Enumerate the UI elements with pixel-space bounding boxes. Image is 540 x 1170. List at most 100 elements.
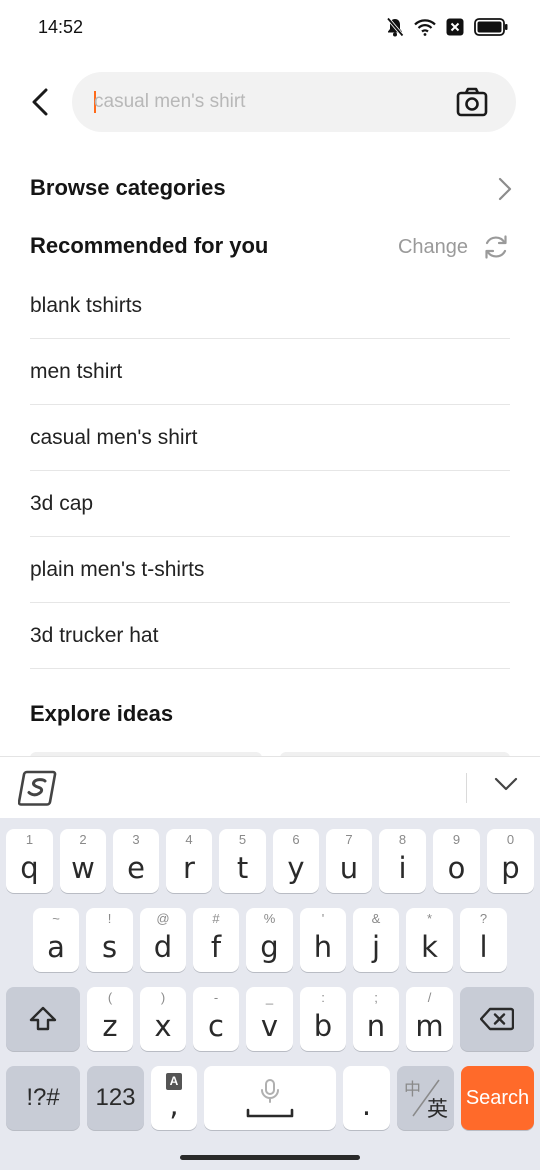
change-label: Change [397,235,468,258]
key-sub-label: 0 [506,832,515,847]
key-label: x [154,1009,172,1043]
recommended-item[interactable]: men tshirt [30,339,510,405]
key-j[interactable]: & j [353,908,399,972]
search-key-label: Search [465,1086,530,1109]
key-b[interactable]: :b [300,987,346,1051]
key-f[interactable]: # f [193,908,239,972]
home-indicator[interactable] [180,1155,360,1160]
keyboard-toolbar [0,756,540,818]
key-label: p [501,851,520,885]
browse-categories-title: Browse categories [30,175,226,200]
key-sub-label: - [213,990,219,1005]
back-button[interactable] [20,80,60,124]
search-input[interactable] [94,72,434,132]
comma-key[interactable]: A , [151,1066,197,1130]
numbers-key[interactable]: 123 [87,1066,144,1130]
language-switch-key[interactable]: 中 英 [397,1066,454,1130]
key-sub-label: ! [107,911,112,926]
recommended-item[interactable]: blank tshirts [30,273,510,339]
key-sub-label: 2 [79,832,87,847]
explore-ideas-title: Explore ideas [30,701,174,726]
shift-icon [29,1006,57,1031]
key-sub-label: ~ [52,911,60,926]
back-arrow-icon [32,88,48,116]
shift-icon-wrap [6,987,80,1051]
recommended-item[interactable]: plain men's t-shirts [30,537,510,603]
key-o[interactable]: 9o [433,829,480,893]
camera-icon [456,87,488,117]
key-label: t [236,851,249,885]
browse-categories-row[interactable]: Browse categories [0,162,540,214]
recommended-item[interactable]: 3d trucker hat [30,603,510,669]
camera-search-button[interactable] [456,87,488,117]
key-g[interactable]: % g [246,908,293,972]
key-label: f [210,930,222,964]
key-sub-label: 4 [185,832,193,847]
chevron-down-icon [494,777,518,791]
key-z[interactable]: (z [87,987,133,1051]
key-r[interactable]: 4r [166,829,212,893]
key-sub-label: 6 [292,832,300,847]
key-x[interactable]: ) x [140,987,186,1051]
recommended-item[interactable]: 3d cap [30,471,510,537]
key-l[interactable]: ? l [460,908,507,972]
key-k[interactable]: * k [406,908,453,972]
backspace-icon [480,1007,514,1031]
space-key[interactable] [204,1066,336,1130]
keyboard-logo-button[interactable] [17,769,58,807]
shift-key[interactable] [6,987,80,1051]
key-sub-label: 1 [25,832,34,847]
key-v[interactable]: _ v [246,987,293,1051]
key-label: h [313,930,333,964]
language-en-label: 英 [427,1097,448,1121]
key-label: b [313,1009,333,1043]
key-label: d [153,930,173,964]
key-sub-label: & [371,911,381,926]
collapse-keyboard-button[interactable] [494,777,518,796]
battery-icon [474,18,508,36]
recommended-item[interactable]: casual men's shirt [30,405,510,471]
key-label: o [447,851,466,885]
key-label: u [339,851,359,885]
sogou-logo-icon [17,770,57,806]
key-u[interactable]: 7u [326,829,372,893]
key-label: n [366,1009,386,1043]
key-label: q [20,851,39,885]
key-label: w [71,851,95,885]
key-n[interactable]: ; n [353,987,399,1051]
key-label: g [260,930,279,964]
key-d[interactable]: @ d [140,908,186,972]
status-time: 14:52 [38,17,84,37]
symbols-key[interactable]: !?# [6,1066,80,1130]
key-sub-label: ; [374,990,378,1005]
key-e[interactable]: 3e [113,829,159,893]
change-button[interactable]: Change [398,230,510,264]
refresh-icon [485,235,507,259]
key-t[interactable]: 5t [219,829,266,893]
search-key[interactable]: Search [461,1066,534,1130]
status-bar: 14:52 [0,0,540,56]
key-y[interactable]: 6y [273,829,319,893]
period-key[interactable]: . [343,1066,390,1130]
key-label: y [287,851,305,885]
key-sub-label: ( [107,990,113,1005]
key-a[interactable]: ~ a [33,908,79,972]
recommended-list: blank tshirts men tshirt casual men's sh… [30,273,510,669]
key-q[interactable]: 1q [6,829,53,893]
key-s[interactable]: ! s [86,908,133,972]
backspace-icon-wrap [460,987,534,1051]
period-key-label: . [361,1088,372,1122]
key-p[interactable]: 0p [487,829,534,893]
key-sub-label: _ [265,990,274,1005]
backspace-key[interactable] [460,987,534,1051]
key-c[interactable]: -c [193,987,239,1051]
key-i[interactable]: 8i [379,829,426,893]
key-sub-label: ' [321,911,325,926]
search-box[interactable] [72,72,516,132]
key-w[interactable]: 2w [60,829,106,893]
key-sub-label: : [321,990,325,1005]
key-h[interactable]: ' h [300,908,346,972]
key-label: v [260,1009,279,1043]
key-sub-label: ? [479,911,488,926]
key-m[interactable]: / m [406,987,453,1051]
